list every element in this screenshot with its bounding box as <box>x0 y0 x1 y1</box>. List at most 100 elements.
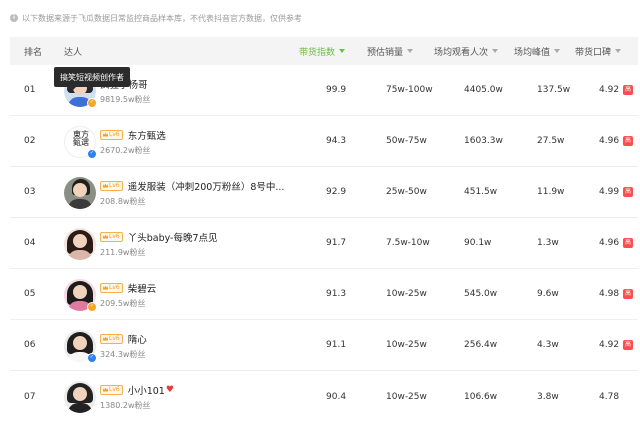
rank-number: 06 <box>24 340 36 350</box>
crown-icon <box>103 234 108 239</box>
anchor-name[interactable]: 隋心 <box>128 332 147 346</box>
rating-value: 4.92 <box>599 340 620 350</box>
fan-count: 1380.2w粉丝 <box>100 401 151 410</box>
verified-badge-icon: ✓ <box>87 149 97 159</box>
level-text: Lv6 <box>109 335 120 342</box>
level-text: Lv6 <box>109 182 120 189</box>
avatar[interactable] <box>64 177 96 209</box>
level-badge: Lv6 <box>100 180 123 191</box>
score-value: 91.1 <box>326 340 347 350</box>
column-header-peak-label: 场均峰值 <box>514 47 551 58</box>
avatar[interactable]: ✓ <box>64 279 97 312</box>
score-value: 92.9 <box>326 187 347 197</box>
anchor-name-line: Lv6 丫头baby-每晚7点见 <box>100 230 218 244</box>
table-row[interactable]: 07 Lv6 小小101 ♥ 1380.2w粉丝 90.4 10w-25w 10… <box>10 371 638 422</box>
views-value: 1603.3w <box>464 136 503 146</box>
sales-value: 75w-100w <box>386 85 433 95</box>
table-row[interactable]: 05 ✓ Lv6 柴碧云 209.5w粉丝 91.3 10w-25w 545.0… <box>10 269 638 320</box>
rating-value: 4.96 <box>599 238 620 248</box>
level-text: Lv6 <box>109 386 120 393</box>
high-badge: 高 <box>623 187 634 197</box>
sort-down-icon <box>492 49 499 53</box>
verified-badge-icon: ✓ <box>87 353 97 363</box>
peak-value: 4.3w <box>537 340 559 350</box>
column-header-anchor: 达人 <box>64 37 82 65</box>
rating-value: 4.92 <box>599 85 620 95</box>
anchor-name-line: Lv6 隋心 <box>100 332 147 346</box>
rating-cell: 4.96 高 <box>599 116 634 166</box>
sales-value: 10w-25w <box>386 391 427 402</box>
column-header-rank-label: 排名 <box>24 47 43 58</box>
level-text: Lv6 <box>109 131 120 138</box>
rank-number: 02 <box>24 136 36 146</box>
sort-down-icon <box>339 49 346 53</box>
sales-value: 7.5w-10w <box>386 238 430 248</box>
rating-cell: 4.92 高 <box>599 320 634 370</box>
anchor-name-line: Lv6 遥发服装（冲刺200万粉丝）8号中... <box>100 179 285 193</box>
avatar[interactable] <box>64 228 96 260</box>
rating-value: 4.98 <box>599 289 620 299</box>
sales-value: 25w-50w <box>386 187 427 197</box>
column-header-rating-label: 带货口碑 <box>575 47 612 58</box>
avatar[interactable]: 東方甄選 ✓ <box>64 126 97 159</box>
anchor-name[interactable]: 丫头baby-每晚7点见 <box>128 230 218 244</box>
info-icon: i <box>10 14 18 22</box>
peak-value: 27.5w <box>537 136 565 146</box>
level-badge: Lv6 <box>100 231 123 242</box>
column-header-score-label: 带货指数 <box>299 47 336 58</box>
crown-icon <box>103 336 108 341</box>
peak-value: 137.5w <box>537 85 571 95</box>
score-value: 91.7 <box>326 238 347 248</box>
column-header-score[interactable]: 带货指数 <box>299 37 346 65</box>
notice-text: 以下数据来源于飞瓜数据日常监控商品样本库，不代表抖音官方数据，仅供参考 <box>22 13 302 23</box>
column-header-sales[interactable]: 预估销量 <box>367 37 414 65</box>
high-badge: 高 <box>623 136 634 146</box>
rank-number: 05 <box>24 289 36 299</box>
level-badge: Lv6 <box>100 129 123 140</box>
sales-value: 10w-25w <box>386 289 427 299</box>
column-header-views[interactable]: 场均观看人次 <box>434 37 499 65</box>
table-row[interactable]: 04 Lv6 丫头baby-每晚7点见 211.9w粉丝 91.7 7.5w-1… <box>10 218 638 269</box>
views-value: 4405.0w <box>464 85 503 95</box>
heart-icon: ♥ <box>165 384 174 395</box>
sort-down-icon <box>615 49 622 53</box>
data-source-notice: i 以下数据来源于飞瓜数据日常监控商品样本库，不代表抖音官方数据，仅供参考 <box>10 10 302 26</box>
rating-cell: 4.98 高 <box>599 269 634 319</box>
peak-value: 1.3w <box>537 238 559 248</box>
sales-value: 50w-75w <box>386 136 427 146</box>
score-value: 94.3 <box>326 136 347 146</box>
views-value: 545.0w <box>464 289 498 299</box>
avatar-image <box>64 228 96 260</box>
rating-cell: 4.92 高 <box>599 65 634 115</box>
anchor-name[interactable]: 遥发服装（冲刺200万粉丝）8号中... <box>128 179 285 193</box>
level-badge: Lv6 <box>100 282 123 293</box>
column-header-rating[interactable]: 带货口碑 <box>575 37 622 65</box>
table-row[interactable]: 06 ✓ Lv6 隋心 324.3w粉丝 91.1 10w-25w 256.4w… <box>10 320 638 371</box>
avatar[interactable]: ✓ <box>64 330 97 363</box>
avatar-image <box>64 177 96 209</box>
tooltip: 搞笑短视频创作者 <box>54 67 130 91</box>
rank-number: 03 <box>24 187 36 197</box>
fan-count: 208.8w粉丝 <box>100 197 146 206</box>
rating-cell: 4.96 高 <box>599 218 634 268</box>
high-badge: 高 <box>623 238 634 248</box>
column-header-anchor-label: 达人 <box>64 47 83 58</box>
rating-cell: 4.78 <box>599 371 619 422</box>
anchor-name-line: Lv6 东方甄选 <box>100 128 166 142</box>
column-header-rank: 排名 <box>24 37 42 65</box>
score-value: 90.4 <box>326 391 347 402</box>
avatar[interactable] <box>64 381 96 413</box>
table-row[interactable]: 02 東方甄選 ✓ Lv6 东方甄选 2670.2w粉丝 94.3 50w-75… <box>10 116 638 167</box>
table-row[interactable]: 03 Lv6 遥发服装（冲刺200万粉丝）8号中... 208.8w粉丝 92.… <box>10 167 638 218</box>
anchor-name[interactable]: 东方甄选 <box>128 128 166 142</box>
table-header: 排名 达人 带货指数 预估销量 场均观看人次 场均峰值 带货口碑 <box>10 37 638 65</box>
peak-value: 9.6w <box>537 289 559 299</box>
anchor-name-line: Lv6 柴碧云 <box>100 281 157 295</box>
crown-icon <box>103 387 108 392</box>
score-value: 99.9 <box>326 85 347 95</box>
anchor-name[interactable]: 柴碧云 <box>128 281 157 295</box>
views-value: 90.1w <box>464 238 492 248</box>
column-header-views-label: 场均观看人次 <box>434 47 489 58</box>
column-header-peak[interactable]: 场均峰值 <box>514 37 561 65</box>
anchor-name[interactable]: 小小101 <box>128 383 165 397</box>
